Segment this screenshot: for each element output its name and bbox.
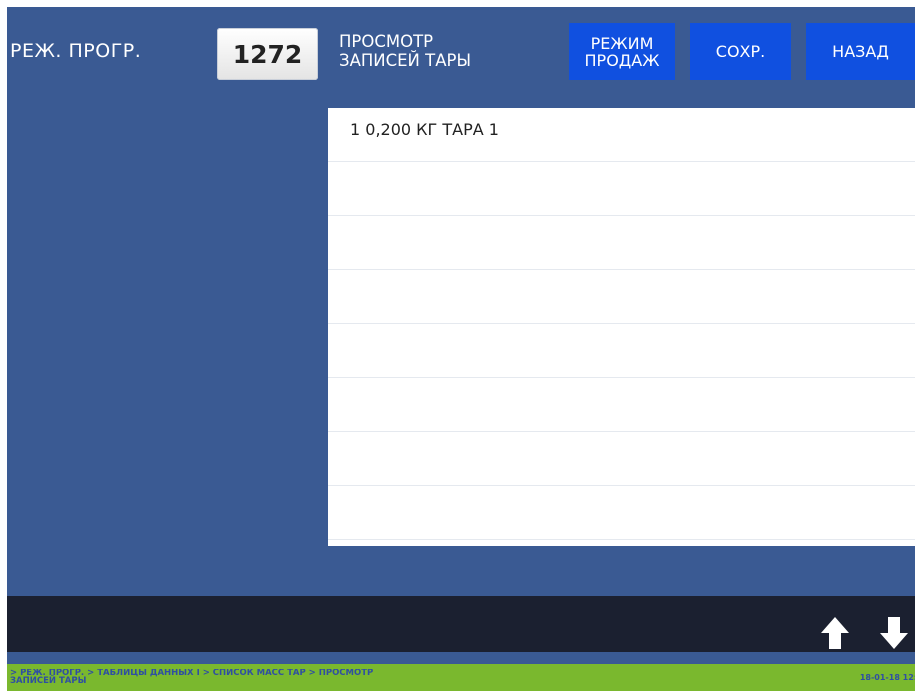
list-item[interactable]: 1 0,200 КГ ТАРА 1 [328,108,915,162]
breadcrumb-line2: ЗАПИСЕЙ ТАРЫ [10,676,87,685]
back-button[interactable]: НАЗАД [806,23,915,80]
screen-title-line1: ПРОСМОТР [339,32,434,51]
back-button-label: НАЗАД [832,42,889,61]
list-item[interactable] [328,324,915,378]
list-item[interactable] [328,162,915,216]
list-item[interactable] [328,432,915,486]
sales-mode-button[interactable]: РЕЖИМ ПРОДАЖ [569,23,675,80]
scale-screen: РЕЖ. ПРОГР. 1272 ПРОСМОТР ЗАПИСЕЙ ТАРЫ Р… [7,7,915,691]
sales-mode-label-line2: ПРОДАЖ [584,50,660,70]
list-item[interactable] [328,378,915,432]
screen-title: ПРОСМОТР ЗАПИСЕЙ ТАРЫ [339,32,471,70]
navigation-bar [7,596,915,652]
date-time: 18-01-18 12: [859,673,915,682]
list-item[interactable] [328,270,915,324]
screen-title-line2: ЗАПИСЕЙ ТАРЫ [339,51,472,70]
save-button-label: СОХР. [715,42,766,61]
program-number-field[interactable]: 1272 [217,28,318,80]
breadcrumb: > РЕЖ. ПРОГР. > ТАБЛИЦЫ ДАННЫХ I > СПИСО… [10,669,490,685]
arrow-down-icon[interactable] [879,616,909,650]
status-bar: > РЕЖ. ПРОГР. > ТАБЛИЦЫ ДАННЫХ I > СПИСО… [7,664,915,691]
list-item[interactable] [328,216,915,270]
mode-label: РЕЖ. ПРОГР. [10,40,142,62]
sales-mode-label-line1: РЕЖИМ [590,33,654,53]
tare-records-list: 1 0,200 КГ ТАРА 1 [328,108,915,546]
list-item[interactable] [328,486,915,540]
save-button[interactable]: СОХР. [690,23,791,80]
arrow-up-icon[interactable] [820,616,850,650]
